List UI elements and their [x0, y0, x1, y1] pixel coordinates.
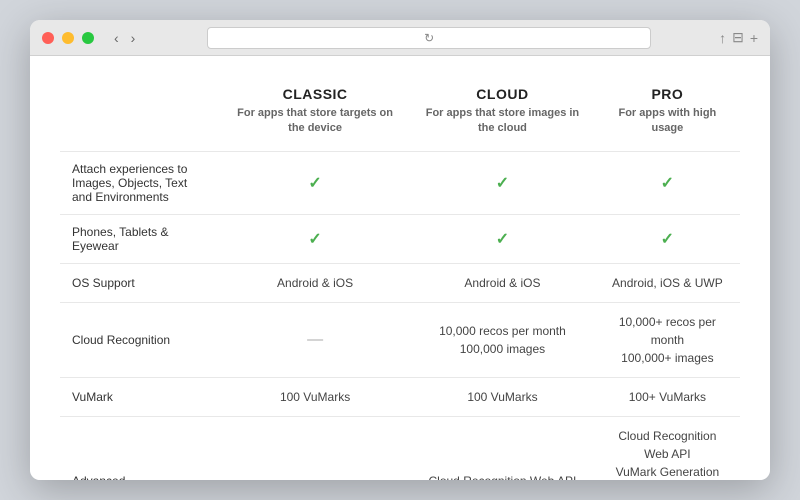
table-row: Cloud Recognition — 10,000 recos per month… [60, 302, 740, 377]
refresh-icon: ↻ [424, 31, 434, 45]
classic-cell-text-4: 100 VuMarks [232, 388, 398, 406]
feature-label-5: Advanced [60, 416, 220, 480]
pro-feature-3: 10,000+ recos per month 100,000+ images [595, 302, 740, 377]
classic-feature-4: 100 VuMarks [220, 377, 410, 416]
feature-label-0: Attach experiences to Images, Objects, T… [60, 151, 220, 214]
classic-plan-desc: For apps that store targets on the devic… [232, 106, 398, 137]
dash-icon: — [307, 472, 323, 480]
cloud-plan-desc: For apps that store images in the cloud [422, 106, 583, 137]
cloud-cell-text-3: 10,000 recos per month 100,000 images [422, 322, 583, 358]
titlebar: ‹ › ↻ ↑ ⊟ + [30, 20, 770, 56]
classic-feature-2: Android & iOS [220, 263, 410, 302]
classic-cell-text-2: Android & iOS [232, 274, 398, 292]
checkmark-icon: ✓ [308, 175, 321, 192]
feature-label-2: OS Support [60, 263, 220, 302]
main-content: CLASSIC For apps that store targets on t… [30, 56, 770, 480]
cloud-feature-3: 10,000 recos per month 100,000 images [410, 302, 595, 377]
cloud-plan-name: CLOUD [422, 86, 583, 102]
features-body: Attach experiences to Images, Objects, T… [60, 151, 740, 480]
feature-header-cell [60, 76, 220, 151]
classic-feature-5: — [220, 416, 410, 480]
pricing-table: CLASSIC For apps that store targets on t… [60, 76, 740, 480]
classic-feature-0: ✓ [220, 151, 410, 214]
feature-label-1: Phones, Tablets & Eyewear [60, 214, 220, 263]
window-plus-icon[interactable]: + [750, 30, 758, 46]
feature-label-3: Cloud Recognition [60, 302, 220, 377]
dash-icon: — [307, 331, 323, 348]
cloud-feature-5: Cloud Recognition Web API [410, 416, 595, 480]
pro-cell-text-5: Cloud Recognition Web API VuMark Generat… [607, 427, 728, 480]
pro-feature-0: ✓ [595, 151, 740, 214]
checkmark-icon: ✓ [661, 175, 674, 192]
table-row: Advanced — Cloud Recognition Web API Cloud … [60, 416, 740, 480]
cloud-cell-text-4: 100 VuMarks [422, 388, 583, 406]
browser-window: ‹ › ↻ ↑ ⊟ + CLASSIC For apps that store … [30, 20, 770, 480]
classic-feature-3: — [220, 302, 410, 377]
table-row: VuMark 100 VuMarks 100 VuMarks 100+ VuMarks [60, 377, 740, 416]
pro-cell-text-4: 100+ VuMarks [607, 388, 728, 406]
address-bar[interactable]: ↻ [207, 27, 651, 49]
table-row: Attach experiences to Images, Objects, T… [60, 151, 740, 214]
pro-header: PRO For apps with high usage [595, 76, 740, 151]
pro-plan-name: PRO [607, 86, 728, 102]
classic-header: CLASSIC For apps that store targets on t… [220, 76, 410, 151]
table-header-row: CLASSIC For apps that store targets on t… [60, 76, 740, 151]
nav-buttons: ‹ › [110, 28, 139, 48]
window-minus-icon[interactable]: ⊟ [732, 29, 744, 46]
checkmark-icon: ✓ [661, 231, 674, 248]
pro-feature-1: ✓ [595, 214, 740, 263]
checkmark-icon: ✓ [496, 231, 509, 248]
table-row: Phones, Tablets & Eyewear ✓ ✓ ✓ [60, 214, 740, 263]
cloud-header: CLOUD For apps that store images in the … [410, 76, 595, 151]
cloud-feature-0: ✓ [410, 151, 595, 214]
close-button[interactable] [42, 32, 54, 44]
cloud-feature-4: 100 VuMarks [410, 377, 595, 416]
checkmark-icon: ✓ [308, 231, 321, 248]
classic-feature-1: ✓ [220, 214, 410, 263]
minimize-button[interactable] [62, 32, 74, 44]
pro-feature-2: Android, iOS & UWP [595, 263, 740, 302]
pro-feature-4: 100+ VuMarks [595, 377, 740, 416]
checkmark-icon: ✓ [496, 175, 509, 192]
classic-plan-name: CLASSIC [232, 86, 398, 102]
cloud-feature-2: Android & iOS [410, 263, 595, 302]
pro-plan-desc: For apps with high usage [607, 106, 728, 137]
back-button[interactable]: ‹ [110, 28, 123, 48]
pro-cell-text-2: Android, iOS & UWP [607, 274, 728, 292]
pro-feature-5: Cloud Recognition Web API VuMark Generat… [595, 416, 740, 480]
table-row: OS Support Android & iOS Android & iOS Andr… [60, 263, 740, 302]
toolbar-right: ↑ ⊟ + [719, 29, 758, 46]
pro-cell-text-3: 10,000+ recos per month 100,000+ images [607, 313, 728, 367]
forward-button[interactable]: › [127, 28, 140, 48]
cloud-cell-text-5: Cloud Recognition Web API [422, 472, 583, 480]
feature-label-4: VuMark [60, 377, 220, 416]
maximize-button[interactable] [82, 32, 94, 44]
share-icon[interactable]: ↑ [719, 30, 726, 46]
cloud-feature-1: ✓ [410, 214, 595, 263]
cloud-cell-text-2: Android & iOS [422, 274, 583, 292]
